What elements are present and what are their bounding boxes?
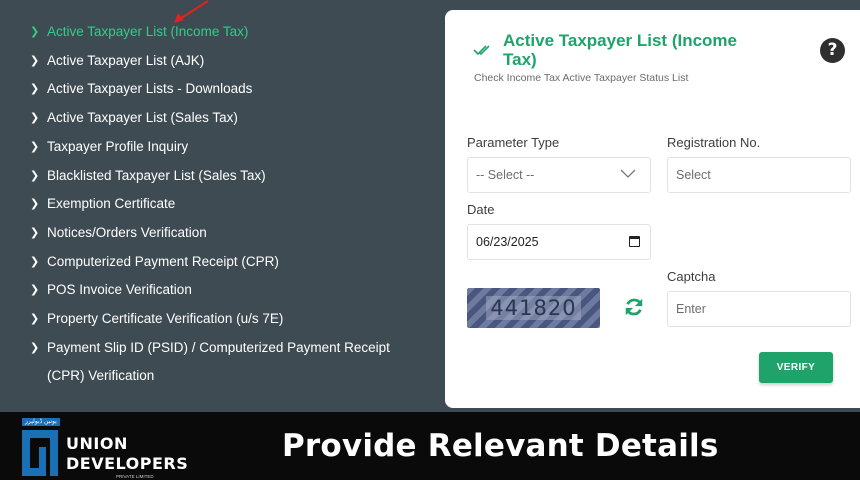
sidebar-item-blacklisted-taxpayer[interactable]: ❯ Blacklisted Taxpayer List (Sales Tax) [0, 162, 440, 191]
parameter-type-value: -- Select -- [476, 168, 535, 182]
chevron-right-icon: ❯ [30, 111, 40, 125]
chevron-right-icon: ❯ [30, 168, 40, 182]
sidebar-item-label: Notices/Orders Verification [47, 224, 207, 240]
page-title: Active Taxpayer List (Income Tax) [503, 31, 737, 69]
refresh-icon[interactable] [623, 296, 645, 318]
registration-no-input[interactable]: Select [667, 157, 851, 193]
chevron-right-icon: ❯ [30, 283, 40, 297]
chevron-right-icon: ❯ [30, 197, 40, 211]
question-circle-icon[interactable]: ? [820, 38, 845, 63]
banner-caption: Provide Relevant Details [282, 428, 719, 464]
sidebar-item-active-taxpayer-ajk[interactable]: ❯ Active Taxpayer List (AJK) [0, 47, 440, 76]
captcha-code: 441820 [486, 296, 581, 320]
sidebar-item-label: Blacklisted Taxpayer List (Sales Tax) [47, 167, 266, 183]
chevron-right-icon: ❯ [30, 82, 40, 96]
caption-banner: یونین ڈیولپرز UNION DEVELOPERS PRIVATE L… [0, 412, 860, 480]
sidebar: ❯ Active Taxpayer List (Income Tax) ❯ Ac… [0, 0, 440, 412]
sidebar-item-psid-cpr[interactable]: ❯ Payment Slip ID (PSID) / Computerized … [0, 334, 440, 391]
verify-button[interactable]: VERIFY [759, 352, 833, 383]
parameter-type-select[interactable]: -- Select -- [467, 157, 651, 193]
sidebar-item-label: Property Certificate Verification (u/s 7… [47, 311, 284, 327]
registration-no-label: Registration No. [667, 135, 761, 150]
captcha-label: Captcha [667, 269, 716, 284]
chevron-right-icon: ❯ [30, 254, 40, 268]
chevron-right-icon: ❯ [30, 139, 40, 153]
calendar-icon[interactable] [629, 236, 640, 247]
chevron-right-icon: ❯ [30, 225, 40, 239]
sidebar-item-label: Active Taxpayer List (Income Tax) [47, 24, 249, 39]
logo-line-1: UNION [66, 434, 128, 453]
sidebar-item-label: Taxpayer Profile Inquiry [47, 138, 189, 154]
sidebar-item-taxpayer-lists-downloads[interactable]: ❯ Active Taxpayer Lists - Downloads [0, 75, 440, 104]
chevron-down-icon [620, 169, 636, 178]
sidebar-item-property-certificate[interactable]: ❯ Property Certificate Verification (u/s… [0, 305, 440, 334]
sidebar-item-active-taxpayer-income-tax[interactable]: ❯ Active Taxpayer List (Income Tax) [0, 18, 440, 47]
date-value: 06/23/2025 [476, 235, 539, 249]
chevron-right-icon: ❯ [30, 312, 40, 326]
sidebar-item-label: Exemption Certificate [47, 196, 176, 212]
red-arrow-annotation [174, 0, 209, 23]
captcha-image: 441820 [467, 288, 600, 328]
logo-wordmark: UNION DEVELOPERS [66, 434, 188, 474]
sidebar-item-taxpayer-profile-inquiry[interactable]: ❯ Taxpayer Profile Inquiry [0, 133, 440, 162]
chevron-right-icon: ❯ [30, 53, 40, 67]
captcha-input[interactable]: Enter [667, 291, 851, 327]
chevron-right-icon: ❯ [30, 340, 40, 354]
date-input[interactable]: 06/23/2025 [467, 224, 651, 260]
sidebar-item-label: Active Taxpayer List (AJK) [47, 52, 205, 68]
sidebar-item-label: Computerized Payment Receipt (CPR) [47, 253, 279, 269]
sidebar-item-cpr[interactable]: ❯ Computerized Payment Receipt (CPR) [0, 248, 440, 277]
parameter-type-label: Parameter Type [467, 135, 560, 150]
sidebar-item-label: Active Taxpayer Lists - Downloads [47, 81, 253, 97]
sidebar-item-active-taxpayer-sales-tax[interactable]: ❯ Active Taxpayer List (Sales Tax) [0, 104, 440, 133]
sidebar-item-exemption-certificate[interactable]: ❯ Exemption Certificate [0, 190, 440, 219]
sidebar-item-label: Payment Slip ID (PSID) / Computerized Pa… [47, 339, 390, 384]
registration-no-placeholder: Select [676, 168, 711, 182]
sidebar-item-label: POS Invoice Verification [47, 282, 192, 298]
double-check-icon [473, 45, 490, 56]
logo-line-2: DEVELOPERS [66, 454, 189, 473]
captcha-placeholder: Enter [676, 302, 706, 316]
union-developers-logo-icon [22, 430, 58, 476]
sidebar-list: ❯ Active Taxpayer List (Income Tax) ❯ Ac… [0, 0, 440, 391]
sidebar-item-notices-orders[interactable]: ❯ Notices/Orders Verification [0, 219, 440, 248]
chevron-right-icon: ❯ [30, 25, 40, 38]
sidebar-item-label: Active Taxpayer List (Sales Tax) [47, 110, 238, 126]
verification-form-card: Active Taxpayer List (Income Tax) Check … [445, 10, 860, 408]
logo-subtext: PRIVATE LIMITED [116, 474, 154, 479]
date-label: Date [467, 202, 495, 217]
logo-urdu-text: یونین ڈیولپرز [22, 418, 60, 426]
sidebar-item-pos-invoice[interactable]: ❯ POS Invoice Verification [0, 276, 440, 305]
page-subtitle: Check Income Tax Active Taxpayer Status … [474, 72, 689, 84]
